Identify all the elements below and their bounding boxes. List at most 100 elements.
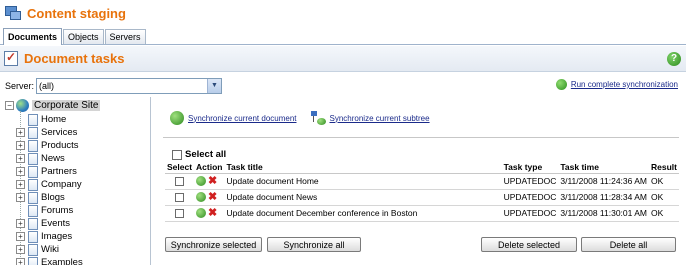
task-title-cell: Update document December conference in B… — [224, 205, 502, 222]
tree-item-label: News — [41, 153, 65, 164]
server-select[interactable]: (all) ▼ — [36, 78, 223, 94]
sync-all-button[interactable]: Synchronize all — [267, 237, 361, 252]
expand-icon[interactable]: + — [16, 141, 25, 150]
run-complete-sync-label: Run complete synchronization — [570, 80, 678, 89]
tree-item[interactable]: + Products — [16, 139, 79, 152]
tree-item-label: Services — [41, 127, 78, 138]
collapse-icon[interactable]: − — [5, 101, 14, 110]
table-row: ✖ Update document News UPDATEDOC 3/11/2008 … — [165, 189, 679, 206]
page-icon — [28, 165, 38, 178]
tab-servers[interactable]: Servers — [104, 29, 146, 44]
task-type-cell: UPDATEDOC — [501, 173, 559, 190]
row-checkbox[interactable] — [175, 177, 185, 187]
tree-item-label: Products — [41, 140, 79, 151]
expand-icon[interactable]: + — [16, 128, 25, 137]
expand-icon[interactable]: + — [16, 245, 25, 254]
server-label: Server: — [5, 81, 35, 91]
divider — [163, 137, 679, 138]
header-task-time: Task time — [558, 161, 650, 174]
task-time-cell: 3/11/2008 11:24:36 AM — [558, 173, 650, 190]
sync-current-document-link[interactable]: Synchronize current document — [170, 111, 297, 125]
tree-item-label: Events — [41, 218, 71, 229]
row-checkbox[interactable] — [175, 209, 185, 219]
tree-item[interactable]: + Events — [16, 217, 70, 230]
page-icon — [28, 217, 38, 230]
tree-item-label: Company — [41, 179, 82, 190]
expand-icon[interactable]: + — [16, 219, 25, 228]
tree-item[interactable]: Forums — [16, 204, 73, 217]
row-checkbox[interactable] — [175, 193, 185, 203]
tree-item[interactable]: + Examples — [16, 256, 83, 265]
tree-item[interactable]: + Services — [16, 126, 77, 139]
sync-icon — [555, 79, 567, 90]
page-icon — [28, 230, 38, 243]
tab-objects[interactable]: Objects — [63, 29, 104, 44]
header-task-type: Task type — [501, 161, 559, 174]
section-title: Document tasks — [24, 51, 125, 66]
document-tasks-icon — [4, 50, 18, 66]
expand-icon[interactable]: + — [16, 154, 25, 163]
delete-selected-button[interactable]: Delete selected — [481, 237, 577, 252]
tree-item[interactable]: Home — [16, 113, 66, 126]
tree-item[interactable]: + Wiki — [16, 243, 59, 256]
server-select-value: (all) — [39, 81, 55, 91]
content-staging-icon — [5, 5, 21, 21]
header-select: Select — [165, 161, 195, 174]
tree-item[interactable]: + Images — [16, 230, 72, 243]
sync-current-document-label: Synchronize current document — [188, 113, 297, 123]
header-result: Result — [649, 161, 679, 174]
expand-icon[interactable]: + — [16, 180, 25, 189]
tree-item[interactable]: + Blogs — [16, 191, 65, 204]
delete-all-button[interactable]: Delete all — [581, 237, 676, 252]
tree-root-label: Corporate Site — [32, 100, 101, 111]
sync-current-subtree-link[interactable]: Synchronize current subtree — [310, 111, 430, 125]
task-result-cell: OK — [649, 189, 679, 206]
expand-icon[interactable]: + — [16, 232, 25, 241]
delete-icon[interactable]: ✖ — [208, 192, 217, 203]
select-all[interactable]: Select all — [172, 149, 226, 160]
sync-selected-button[interactable]: Synchronize selected — [165, 237, 262, 252]
tree-item-label: Home — [41, 114, 67, 125]
sync-icon[interactable] — [196, 176, 207, 187]
select-all-checkbox[interactable] — [172, 149, 182, 160]
help-icon[interactable]: ? — [667, 52, 681, 66]
tree-item[interactable]: + Partners — [16, 165, 77, 178]
tab-documents[interactable]: Documents — [3, 28, 63, 45]
run-complete-sync-link[interactable]: Run complete synchronization — [555, 79, 678, 90]
expand-icon[interactable]: + — [16, 258, 25, 265]
task-title-cell: Update document News — [224, 189, 502, 206]
expand-icon[interactable]: + — [16, 167, 25, 176]
tree-item[interactable]: + News — [16, 152, 65, 165]
row-actions: ✖ — [194, 205, 225, 222]
sync-icon[interactable] — [196, 208, 207, 219]
app-title: Content staging — [27, 5, 126, 21]
task-result-cell: OK — [649, 205, 679, 222]
header-task-title: Task title — [224, 161, 502, 174]
sync-links: Synchronize current document Synchronize… — [170, 111, 444, 125]
tree-item[interactable]: + Company — [16, 178, 82, 191]
tree-item-label: Examples — [41, 257, 83, 265]
tree-item-label: Forums — [41, 205, 74, 216]
sync-icon — [170, 111, 184, 125]
delete-icon[interactable]: ✖ — [208, 176, 217, 187]
row-select-cell — [165, 189, 195, 206]
page-icon — [28, 191, 38, 204]
tab-strip: Documents Objects Servers — [0, 28, 686, 45]
sync-current-subtree-label: Synchronize current subtree — [329, 113, 430, 123]
chevron-down-icon[interactable]: ▼ — [207, 79, 222, 93]
tree-item-label: Wiki — [41, 244, 59, 255]
row-actions: ✖ — [194, 189, 225, 206]
page-icon — [28, 204, 38, 217]
sync-icon[interactable] — [196, 192, 207, 203]
row-select-cell — [165, 173, 195, 190]
table-row: ✖ Update document December conference in … — [165, 205, 679, 222]
delete-icon[interactable]: ✖ — [208, 208, 217, 219]
expand-icon[interactable]: + — [16, 193, 25, 202]
row-actions: ✖ — [194, 173, 225, 190]
task-title-cell: Update document Home — [224, 173, 502, 190]
tree-item-label: Images — [41, 231, 73, 242]
subtree-sync-icon — [310, 111, 326, 125]
task-time-cell: 3/11/2008 11:28:34 AM — [558, 189, 650, 206]
content-tree: − Corporate Site Home + Services + Products +… — [0, 97, 151, 265]
